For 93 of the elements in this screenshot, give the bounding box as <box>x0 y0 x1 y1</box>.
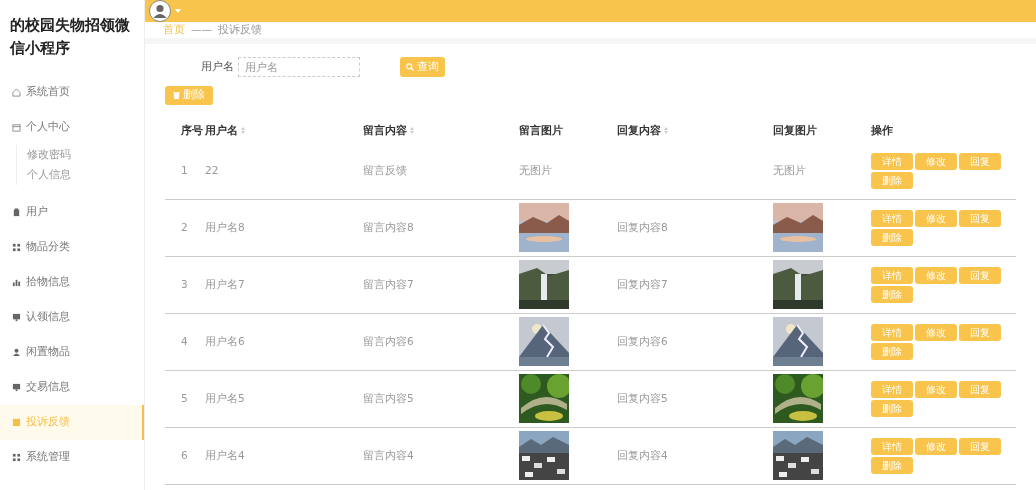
avatar-icon[interactable] <box>149 0 171 22</box>
table-cell-text: 留言内容8 <box>363 219 415 235</box>
edit-button[interactable]: 修改 <box>915 323 957 341</box>
edit-button[interactable]: 修改 <box>915 266 957 284</box>
column-header[interactable]: 用户名 <box>205 122 238 139</box>
table-cell-text: 留言反馈 <box>363 162 408 178</box>
table-cell: 回复内容8 <box>617 220 668 233</box>
reply-button[interactable]: 回复 <box>959 437 1001 455</box>
table-cell-text: 留言内容4 <box>363 447 415 463</box>
table-cell-text: 用户名5 <box>205 390 246 406</box>
table-cell-text: 4 <box>181 333 189 349</box>
edit-button[interactable]: 修改 <box>915 209 957 227</box>
sidebar-item[interactable]: 用户 <box>0 194 144 230</box>
sidebar-item[interactable]: 闲置物品 <box>0 334 144 370</box>
sidebar-item[interactable]: 个人中心 <box>0 109 144 145</box>
delete-button[interactable]: 删除 <box>871 285 913 303</box>
clipboard-icon <box>12 207 21 217</box>
sidebar-item[interactable]: 投诉反馈 <box>0 404 144 440</box>
details-button[interactable]: 详情 <box>871 209 913 227</box>
monitor-icon <box>12 312 21 322</box>
table-cell-text: 3 <box>181 276 189 292</box>
reply-button[interactable]: 回复 <box>959 266 1001 284</box>
edit-button[interactable]: 修改 <box>915 152 957 170</box>
table-cell-text: 5 <box>181 390 189 406</box>
sidebar-item[interactable]: 交易信息 <box>0 369 144 405</box>
delete-button[interactable]: 删除 <box>871 171 913 189</box>
sidebar-item[interactable]: 物品分类 <box>0 229 144 265</box>
table-cell-text: 用户名7 <box>205 276 246 292</box>
table-cell: 回复内容7 <box>617 277 668 290</box>
calendar-icon <box>12 122 21 132</box>
breadcrumb-item[interactable]: 首页 <box>163 22 185 38</box>
details-button[interactable]: 详情 <box>871 266 913 284</box>
square-icon <box>12 417 21 427</box>
table-cell-text: 22 <box>205 162 220 178</box>
sidebar-item[interactable]: 认领信息 <box>0 299 144 335</box>
search-field[interactable]: 用户名 <box>238 56 360 77</box>
reply-button[interactable]: 回复 <box>959 209 1001 227</box>
person-icon <box>12 347 21 357</box>
breadcrumb-item: 投诉反馈 <box>218 22 262 37</box>
table-cell-text: 用户名6 <box>205 333 246 349</box>
delete-button[interactable]: 删除 <box>871 228 913 246</box>
table-cell: 无图片 <box>519 163 552 176</box>
edit-button[interactable]: 修改 <box>915 380 957 398</box>
column-header[interactable]: 留言图片 <box>519 122 563 139</box>
delete-button[interactable]: 删除 <box>871 399 913 417</box>
sidebar-item[interactable]: 系统首页 <box>0 74 144 110</box>
sort-icon[interactable] <box>664 127 668 135</box>
trash-icon <box>173 91 180 100</box>
details-button[interactable]: 详情 <box>871 152 913 170</box>
column-header[interactable]: 回复内容 <box>617 122 661 139</box>
sort-icon[interactable] <box>410 127 414 135</box>
monitor-icon <box>12 382 21 392</box>
table-cell-text: 用户名8 <box>205 219 246 235</box>
breadcrumb-separator: —— <box>191 22 212 37</box>
table-cell-text: 2 <box>181 219 189 235</box>
details-button[interactable]: 详情 <box>871 437 913 455</box>
home-icon <box>12 87 21 97</box>
details-button[interactable]: 详情 <box>871 380 913 398</box>
sidebar-item[interactable]: 拾物信息 <box>0 264 144 300</box>
search-label: 用户名 <box>201 58 234 74</box>
sort-icon[interactable] <box>241 127 245 135</box>
table-cell: 回复内容6 <box>617 334 668 347</box>
column-header[interactable]: 回复图片 <box>773 122 817 139</box>
column-header[interactable]: 操作 <box>871 122 893 139</box>
delete-button[interactable]: 删除 <box>165 85 213 105</box>
search-button[interactable]: 查询 <box>400 56 445 77</box>
reply-button[interactable]: 回复 <box>959 152 1001 170</box>
table-cell-text: 留言内容6 <box>363 333 415 349</box>
table-cell: 无图片 <box>773 163 806 176</box>
column-header[interactable]: 序号 <box>181 122 203 139</box>
table-cell: 回复内容4 <box>617 448 668 461</box>
sidebar-subitem[interactable]: 个人信息 <box>16 164 144 185</box>
search-icon <box>406 62 414 71</box>
edit-button[interactable]: 修改 <box>915 437 957 455</box>
table-cell-text: 6 <box>181 447 189 463</box>
table-cell: 回复内容5 <box>617 391 668 404</box>
reply-button[interactable]: 回复 <box>959 380 1001 398</box>
table-cell-text: 用户名4 <box>205 447 246 463</box>
grid-icon <box>12 452 21 462</box>
table-cell-text: 留言内容5 <box>363 390 415 406</box>
delete-button[interactable]: 删除 <box>871 342 913 360</box>
sidebar-subitem[interactable]: 修改密码 <box>16 144 144 165</box>
reply-button[interactable]: 回复 <box>959 323 1001 341</box>
app-title: 的校园失物招领微信小程序 <box>8 15 131 60</box>
column-header[interactable]: 留言内容 <box>363 122 407 139</box>
grid-icon <box>12 242 21 252</box>
caret-icon[interactable] <box>175 9 181 13</box>
delete-button[interactable]: 删除 <box>871 456 913 474</box>
table-cell-text: 1 <box>181 162 189 178</box>
bar-chart-icon <box>12 277 21 287</box>
sidebar-item[interactable]: 系统管理 <box>0 439 144 475</box>
table-cell-text: 留言内容7 <box>363 276 415 292</box>
details-button[interactable]: 详情 <box>871 323 913 341</box>
